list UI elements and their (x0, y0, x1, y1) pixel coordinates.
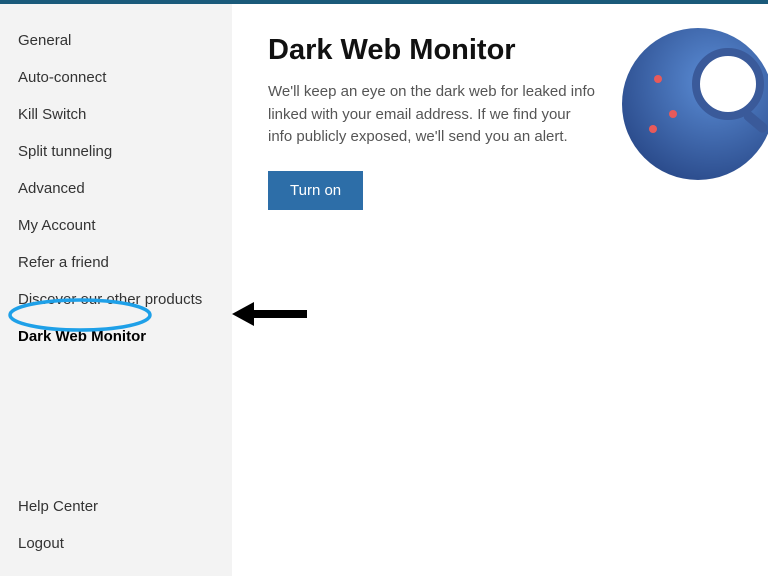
app-container: General Auto-connect Kill Switch Split t… (0, 4, 768, 576)
sidebar-item-label: Refer a friend (18, 254, 109, 271)
sidebar-item-label: Help Center (18, 498, 98, 515)
sidebar-item-dark-web-monitor[interactable]: Dark Web Monitor (0, 318, 232, 355)
sidebar-item-general[interactable]: General (0, 22, 232, 59)
sidebar-item-advanced[interactable]: Advanced (0, 170, 232, 207)
sidebar-item-kill-switch[interactable]: Kill Switch (0, 96, 232, 133)
sidebar-item-my-account[interactable]: My Account (0, 207, 232, 244)
sidebar-item-refer-friend[interactable]: Refer a friend (0, 244, 232, 281)
sidebar-item-split-tunneling[interactable]: Split tunneling (0, 133, 232, 170)
main-content: Dark Web Monitor We'll keep an eye on th… (232, 4, 768, 576)
sidebar-item-label: Discover our other products (18, 291, 202, 308)
sidebar-main: General Auto-connect Kill Switch Split t… (0, 22, 232, 488)
turn-on-button[interactable]: Turn on (268, 171, 363, 210)
sidebar-item-label: Split tunneling (18, 143, 112, 160)
sidebar-item-label: My Account (18, 217, 96, 234)
sidebar-item-label: Dark Web Monitor (18, 328, 146, 345)
sidebar-item-discover-products[interactable]: Discover our other products (0, 281, 232, 318)
sidebar-item-auto-connect[interactable]: Auto-connect (0, 59, 232, 96)
sidebar-item-label: Logout (18, 535, 64, 552)
dark-web-illustration (618, 24, 768, 184)
sidebar: General Auto-connect Kill Switch Split t… (0, 4, 232, 576)
sidebar-item-label: General (18, 32, 71, 49)
sidebar-item-help-center[interactable]: Help Center (0, 488, 232, 525)
sidebar-item-label: Kill Switch (18, 106, 86, 123)
sidebar-item-label: Auto-connect (18, 69, 106, 86)
sidebar-item-logout[interactable]: Logout (0, 525, 232, 562)
page-description: We'll keep an eye on the dark web for le… (268, 81, 598, 149)
sidebar-bottom: Help Center Logout (0, 488, 232, 576)
sidebar-item-label: Advanced (18, 180, 85, 197)
